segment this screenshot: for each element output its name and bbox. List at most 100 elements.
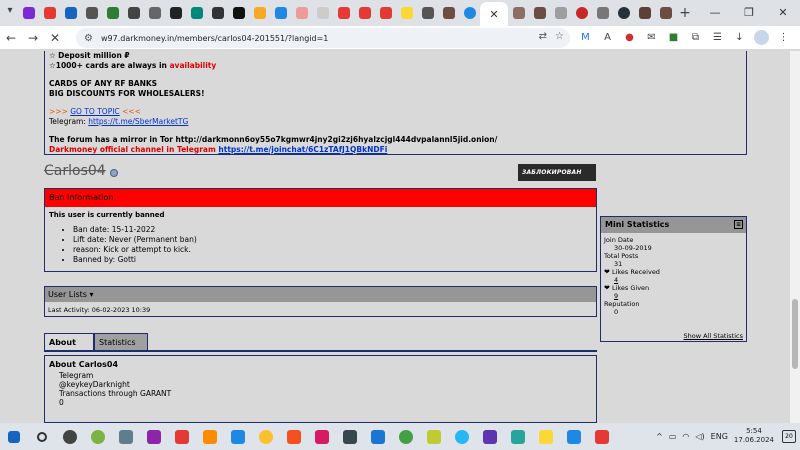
stop-icon[interactable]: ✕ [44, 31, 66, 45]
browser-tab[interactable] [228, 3, 249, 23]
utorrent-icon[interactable] [392, 423, 420, 450]
browser-tab[interactable] [550, 3, 571, 23]
restore-icon[interactable]: ❐ [732, 0, 766, 26]
tray-overflow-icon[interactable]: ^ [656, 432, 663, 441]
profile-avatar[interactable] [754, 30, 769, 45]
mail-icon[interactable]: ✉ [644, 30, 659, 45]
site-info-icon[interactable]: ⚙ [84, 33, 93, 44]
app-icon[interactable] [476, 423, 504, 450]
settings-icon[interactable] [56, 423, 84, 450]
search-icon[interactable] [28, 423, 56, 450]
bookmark-star-icon[interactable]: ☆ [555, 31, 564, 42]
gmail-icon[interactable]: M [578, 30, 593, 45]
app-icon[interactable] [112, 423, 140, 450]
browser-tab[interactable] [529, 3, 550, 23]
browser-tab[interactable] [249, 3, 270, 23]
browser-tab[interactable] [312, 3, 333, 23]
app-icon[interactable] [168, 423, 196, 450]
telegram-link[interactable]: https://t.me/SberMarketTG [88, 117, 188, 126]
likes-received-label: ❤ Likes Received [604, 268, 660, 276]
browser-tab[interactable] [60, 3, 81, 23]
browser-tab[interactable] [417, 3, 438, 23]
scrollbar-thumb[interactable] [792, 299, 798, 369]
back-icon[interactable]: ← [0, 31, 22, 45]
likes-given-link[interactable]: 9 [614, 292, 618, 300]
browser-tab[interactable] [123, 3, 144, 23]
url-text[interactable]: w97.darkmoney.in/members/carlos04-201551… [101, 34, 328, 43]
browser-tab[interactable] [571, 3, 592, 23]
download-icon[interactable]: ↓ [732, 30, 747, 45]
browser-tab[interactable] [165, 3, 186, 23]
tab-statistics[interactable]: Statistics [94, 333, 148, 350]
vertical-scrollbar[interactable] [790, 51, 800, 423]
wifi-icon[interactable]: ◠ [682, 432, 689, 441]
browser-tab[interactable] [207, 3, 228, 23]
app-icon[interactable] [420, 423, 448, 450]
reading-list-icon[interactable]: ☰ [710, 30, 725, 45]
likes-received-link[interactable]: 4 [614, 276, 618, 284]
app-icon[interactable] [532, 423, 560, 450]
brave-icon[interactable] [280, 423, 308, 450]
app-icon[interactable] [560, 423, 588, 450]
browser-tab[interactable] [438, 3, 459, 23]
likes-given-label: ❤ Likes Given [604, 284, 650, 292]
notification-badge[interactable]: 20 [782, 430, 796, 443]
browser-tab[interactable] [592, 3, 613, 23]
translate-icon[interactable]: ⇄ [539, 31, 547, 42]
app-icon[interactable] [224, 423, 252, 450]
channel-link[interactable]: https://t.me/joinchat/6C1zTAfJ1QBkNDFi [218, 145, 387, 154]
extension-icon[interactable]: ● [622, 30, 637, 45]
minimize-icon[interactable]: — [698, 0, 732, 26]
browser-tab[interactable] [18, 3, 39, 23]
browser-tab[interactable] [291, 3, 312, 23]
app-icon[interactable] [336, 423, 364, 450]
ban-information-panel: Ban Information This user is currently b… [44, 188, 597, 272]
tab-search-icon[interactable]: ▾ [2, 5, 18, 21]
new-tab-button[interactable]: + [676, 5, 694, 21]
volume-icon[interactable]: ◁) [695, 432, 704, 441]
browser-tab[interactable] [270, 3, 291, 23]
close-window-icon[interactable]: ✕ [766, 0, 800, 26]
browser-tab[interactable] [375, 3, 396, 23]
browser-tab[interactable] [634, 3, 655, 23]
language-indicator[interactable]: ENG [711, 432, 728, 441]
extension-icon[interactable]: ■ [666, 30, 681, 45]
telegram-icon[interactable] [448, 423, 476, 450]
collapse-arrow-icon[interactable]: ▾ [89, 290, 93, 299]
menu-kebab-icon[interactable]: ⋮ [776, 30, 791, 45]
goto-topic-link[interactable]: GO TO TOPIC [70, 107, 119, 116]
browser-tab[interactable] [508, 3, 529, 23]
collapse-box-icon[interactable]: ≡ [734, 220, 743, 229]
tab-about-me[interactable]: About Me [44, 333, 94, 364]
puzzle-icon[interactable]: ⧉ [688, 30, 703, 45]
app-icon[interactable] [588, 423, 616, 450]
app-icon[interactable] [308, 423, 336, 450]
app-icon[interactable] [196, 423, 224, 450]
show-all-statistics-link[interactable]: Show All Statistics [684, 332, 743, 340]
browser-tab[interactable] [39, 3, 60, 23]
app-icon[interactable] [140, 423, 168, 450]
browser-tab[interactable] [655, 3, 676, 23]
battery-icon[interactable]: ▭ [669, 432, 677, 441]
chrome-icon[interactable] [252, 423, 280, 450]
clock[interactable]: 5:54 17.06.2024 [734, 427, 774, 445]
browser-tab[interactable] [354, 3, 375, 23]
browser-tab[interactable] [102, 3, 123, 23]
app-icon[interactable] [84, 423, 112, 450]
app-icon[interactable] [364, 423, 392, 450]
browser-tab[interactable] [333, 3, 354, 23]
browser-tab[interactable] [186, 3, 207, 23]
address-bar[interactable]: ⚙ w97.darkmoney.in/members/carlos04-2015… [76, 28, 570, 48]
browser-tab[interactable] [144, 3, 165, 23]
app-icon[interactable] [504, 423, 532, 450]
browser-tab[interactable] [81, 3, 102, 23]
translate-ext-icon[interactable]: A [600, 30, 615, 45]
forward-icon[interactable]: → [22, 31, 44, 45]
browser-tab[interactable] [613, 3, 634, 23]
user-lists-header[interactable]: User Lists ▾ [45, 287, 596, 302]
start-icon[interactable] [0, 423, 28, 450]
active-tab[interactable]: ✕ [480, 2, 508, 26]
browser-tab[interactable] [396, 3, 417, 23]
browser-tab[interactable] [459, 3, 480, 23]
close-tab-icon[interactable]: ✕ [489, 8, 498, 21]
